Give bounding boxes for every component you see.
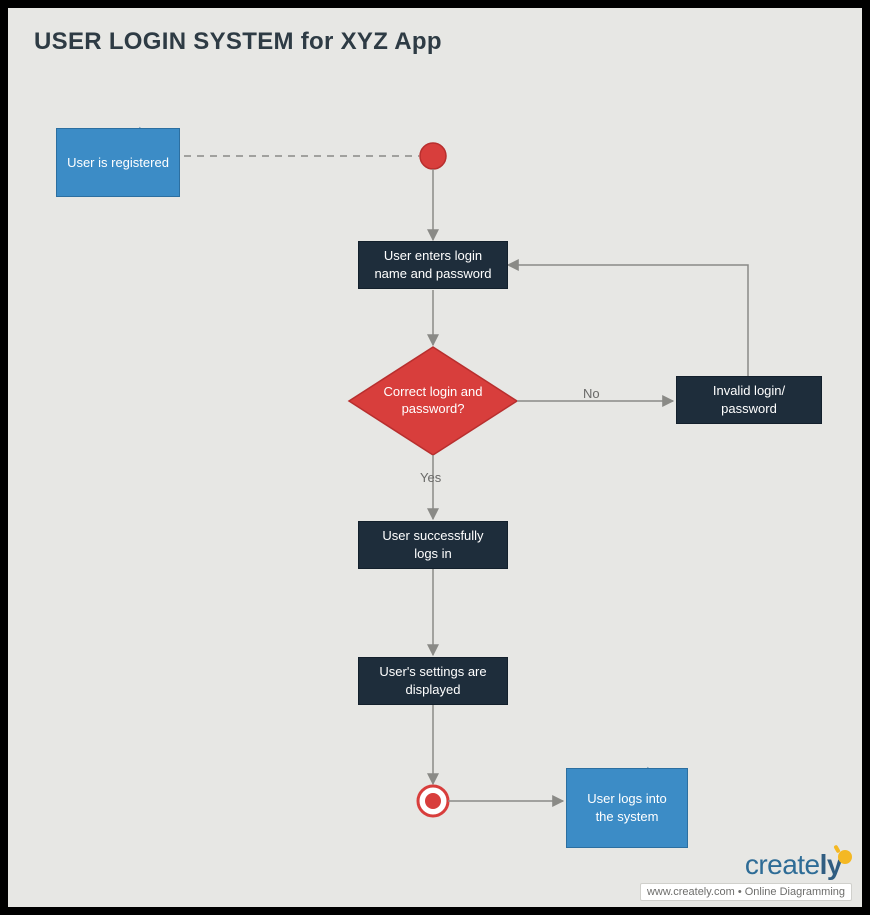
edge-label-yes: Yes [420,470,441,485]
node-success-label: User successfully logs in [369,527,497,562]
node-settings-label: User's settings are displayed [369,663,497,698]
diagram-frame: USER LOGIN SYSTEM for XYZ App [0,0,870,915]
node-enter-credentials: User enters login name and password [358,241,508,289]
node-decision: Correct login and password? [349,345,517,457]
note-end-text: User logs into the system [577,790,677,825]
node-invalid-login: Invalid login/ password [676,376,822,424]
note-start-text: User is registered [67,154,169,172]
node-decision-label: Correct login and password? [373,384,493,418]
node-settings: User's settings are displayed [358,657,508,705]
note-start: User is registered [56,128,180,197]
tagline: www.creately.com • Online Diagramming [640,883,852,901]
note-end: User logs into the system [566,768,688,848]
branding: creately www.creately.com • Online Diagr… [640,849,852,901]
node-enter-label: User enters login name and password [369,247,497,282]
edge-label-no: No [583,386,600,401]
logo: creately [640,849,852,881]
node-invalid-label: Invalid login/ password [687,382,811,417]
logo-part-a: create [745,849,820,880]
node-success: User successfully logs in [358,521,508,569]
lightbulb-icon [838,850,852,864]
diagram-title: USER LOGIN SYSTEM for XYZ App [34,28,442,56]
